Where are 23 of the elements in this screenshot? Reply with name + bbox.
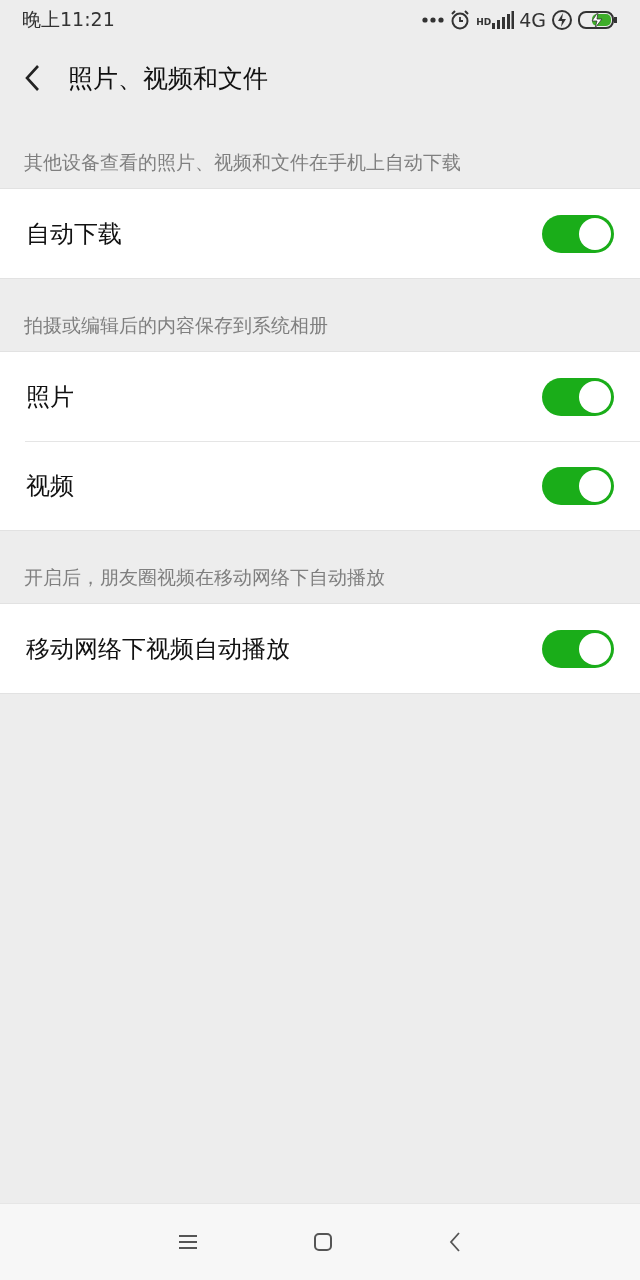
back-icon[interactable] bbox=[448, 1232, 462, 1252]
menu-icon[interactable] bbox=[178, 1234, 198, 1250]
setting-label: 照片 bbox=[26, 381, 74, 413]
setting-label: 自动下载 bbox=[26, 218, 122, 250]
network-label: 4G bbox=[519, 9, 546, 31]
signal-icon bbox=[492, 11, 515, 29]
section-caption: 开启后，朋友圈视频在移动网络下自动播放 bbox=[23, 565, 386, 590]
battery-icon bbox=[578, 10, 618, 30]
toggle-switch[interactable] bbox=[542, 377, 614, 416]
back-icon[interactable] bbox=[24, 64, 40, 92]
more-dots-icon bbox=[422, 17, 445, 23]
setting-label: 视频 bbox=[26, 470, 74, 502]
setting-label: 移动网络下视频自动播放 bbox=[26, 633, 290, 665]
toggle-switch[interactable] bbox=[542, 629, 614, 668]
section-caption: 拍摄或编辑后的内容保存到系统相册 bbox=[23, 313, 329, 338]
status-time: 晚上11:21 bbox=[22, 7, 115, 32]
toggle-switch[interactable] bbox=[542, 466, 614, 505]
section-caption: 其他设备查看的照片、视频和文件在手机上自动下载 bbox=[23, 150, 462, 175]
charging-bolt-icon bbox=[551, 9, 573, 31]
hd-label: HD bbox=[476, 17, 492, 27]
page-title: 照片、视频和文件 bbox=[68, 62, 268, 95]
home-icon[interactable] bbox=[313, 1232, 333, 1252]
toggle-switch[interactable] bbox=[542, 214, 614, 253]
